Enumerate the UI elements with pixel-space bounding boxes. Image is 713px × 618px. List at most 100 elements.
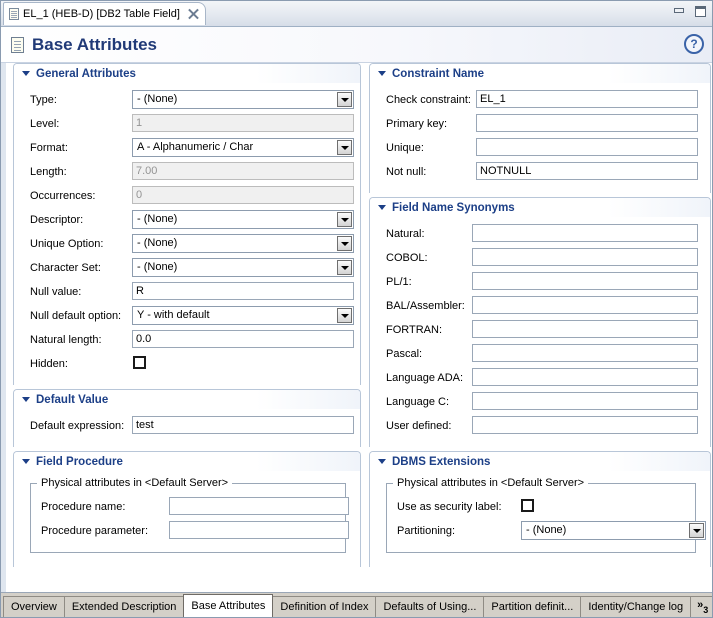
bal-assembler-input[interactable]	[472, 296, 698, 314]
chevron-down-icon[interactable]	[337, 308, 352, 323]
tab-identity-change-log[interactable]: Identity/Change log	[580, 596, 692, 617]
hidden-checkbox[interactable]	[133, 356, 146, 369]
field-row-level: Level: 1	[20, 113, 354, 137]
field-row-occurrences: Occurrences: 0	[20, 185, 354, 209]
chevron-down-icon[interactable]	[689, 523, 704, 538]
field-row-null-value: Null value: R	[20, 281, 354, 305]
character-set-combo-value: - (None)	[137, 261, 178, 273]
not-null-input[interactable]: NOTNULL	[476, 162, 698, 180]
tab-overview[interactable]: Overview	[3, 596, 65, 617]
section-header-dbms-extensions[interactable]: DBMS Extensions	[370, 452, 710, 471]
natural-length-input[interactable]: 0.0	[132, 330, 354, 348]
document-icon	[11, 36, 24, 53]
field-row-language-ada: Language ADA:	[376, 367, 704, 391]
maximize-icon[interactable]	[693, 5, 708, 18]
partitioning-combo[interactable]: - (None)	[521, 521, 706, 540]
field-procedure-group: Physical attributes in <Default Server> …	[30, 477, 349, 553]
natural-input[interactable]	[472, 224, 698, 242]
user-defined-input[interactable]	[472, 416, 698, 434]
chevron-down-icon	[378, 71, 386, 76]
section-header-constraint-name[interactable]: Constraint Name	[370, 64, 710, 83]
help-icon[interactable]: ?	[684, 34, 704, 54]
unique-input[interactable]	[476, 138, 698, 156]
field-row-natural: Natural:	[376, 223, 704, 247]
chevron-down-icon[interactable]	[337, 236, 352, 251]
pascal-input[interactable]	[472, 344, 698, 362]
tab-extended-description[interactable]: Extended Description	[63, 596, 185, 617]
null-default-option-combo[interactable]: Y - with default	[132, 306, 354, 325]
chevron-down-icon[interactable]	[337, 92, 352, 107]
tab-defaults-of-using[interactable]: Defaults of Using...	[375, 596, 485, 617]
editor-window: EL_1 (HEB-D) [DB2 Table Field] Base Attr…	[0, 0, 713, 618]
section-title-label: DBMS Extensions	[392, 455, 491, 468]
label-procedure-name: Procedure name:	[41, 501, 126, 513]
chevron-down-icon[interactable]	[337, 140, 352, 155]
tab-base-attributes[interactable]: Base Attributes	[183, 594, 274, 617]
section-title-label: General Attributes	[36, 67, 136, 80]
section-dbms-extensions: DBMS Extensions Physical attributes in <…	[369, 451, 711, 567]
field-row-natural-length: Natural length: 0.0	[20, 329, 354, 353]
unique-option-combo[interactable]: - (None)	[132, 234, 354, 253]
label-language-ada: Language ADA:	[386, 372, 464, 384]
dbms-physical-attributes-group: Physical attributes in <Default Server> …	[386, 477, 706, 553]
editor-tab-el1[interactable]: EL_1 (HEB-D) [DB2 Table Field]	[3, 2, 206, 25]
form-header: Base Attributes ?	[1, 27, 712, 63]
check-constraint-input[interactable]: EL_1	[476, 90, 698, 108]
label-partitioning: Partitioning:	[397, 525, 456, 537]
section-default-value: Default Value Default expression: test	[13, 389, 361, 447]
section-header-field-name-synonyms[interactable]: Field Name Synonyms	[370, 198, 710, 217]
tab-definition-of-index[interactable]: Definition of Index	[272, 596, 377, 617]
primary-key-input[interactable]	[476, 114, 698, 132]
null-default-option-combo-value: Y - with default	[137, 309, 210, 321]
field-row-pascal: Pascal:	[376, 343, 704, 367]
pl1-input[interactable]	[472, 272, 698, 290]
null-value-input[interactable]: R	[132, 282, 354, 300]
section-header-field-procedure[interactable]: Field Procedure	[14, 452, 360, 471]
label-character-set: Character Set:	[30, 262, 101, 274]
label-descriptor: Descriptor:	[30, 214, 84, 226]
section-body-field-procedure: Physical attributes in <Default Server> …	[14, 477, 360, 567]
dbms-group-legend: Physical attributes in <Default Server>	[393, 477, 589, 489]
label-occurrences: Occurrences:	[30, 190, 96, 202]
label-natural: Natural:	[386, 228, 425, 240]
use-as-security-label-checkbox[interactable]	[521, 499, 534, 512]
label-unique-option: Unique Option:	[30, 238, 104, 250]
language-ada-input[interactable]	[472, 368, 698, 386]
fortran-input[interactable]	[472, 320, 698, 338]
label-primary-key: Primary key:	[386, 118, 448, 130]
minimize-icon[interactable]	[672, 5, 687, 18]
default-expression-input[interactable]: test	[132, 416, 354, 434]
tab-overflow-button[interactable]: » 3	[690, 596, 712, 617]
section-field-name-synonyms: Field Name Synonyms Natural: COBOL: PL/1…	[369, 197, 711, 447]
field-row-user-defined: User defined:	[376, 415, 704, 439]
field-row-pl1: PL/1:	[376, 271, 704, 295]
field-row-check-constraint: Check constraint: EL_1	[376, 89, 704, 113]
left-column: General Attributes Type: - (None) Level:…	[13, 63, 361, 571]
chevron-down-icon[interactable]	[337, 260, 352, 275]
type-combo-value: - (None)	[137, 93, 178, 105]
label-user-defined: User defined:	[386, 420, 452, 432]
document-icon	[9, 8, 19, 20]
section-header-general-attributes[interactable]: General Attributes	[14, 64, 360, 83]
field-row-use-as-security-label: Use as security label:	[393, 496, 689, 520]
tab-partition-definition[interactable]: Partition definit...	[483, 596, 582, 617]
format-combo[interactable]: A - Alphanumeric / Char	[132, 138, 354, 157]
label-procedure-parameter: Procedure parameter:	[41, 525, 148, 537]
close-icon[interactable]	[188, 9, 199, 20]
procedure-name-input[interactable]	[169, 497, 349, 515]
label-null-default-option: Null default option:	[30, 310, 122, 322]
type-combo[interactable]: - (None)	[132, 90, 354, 109]
label-natural-length: Natural length:	[30, 334, 102, 346]
editor-tab-label: EL_1 (HEB-D) [DB2 Table Field]	[23, 8, 180, 20]
language-c-input[interactable]	[472, 392, 698, 410]
partitioning-combo-value: - (None)	[526, 524, 567, 536]
field-row-fortran: FORTRAN:	[376, 319, 704, 343]
section-header-default-value[interactable]: Default Value	[14, 390, 360, 409]
chevron-down-icon[interactable]	[337, 212, 352, 227]
field-row-not-null: Not null: NOTNULL	[376, 161, 704, 185]
descriptor-combo[interactable]: - (None)	[132, 210, 354, 229]
cobol-input[interactable]	[472, 248, 698, 266]
character-set-combo[interactable]: - (None)	[132, 258, 354, 277]
field-row-cobol: COBOL:	[376, 247, 704, 271]
procedure-parameter-input[interactable]	[169, 521, 349, 539]
